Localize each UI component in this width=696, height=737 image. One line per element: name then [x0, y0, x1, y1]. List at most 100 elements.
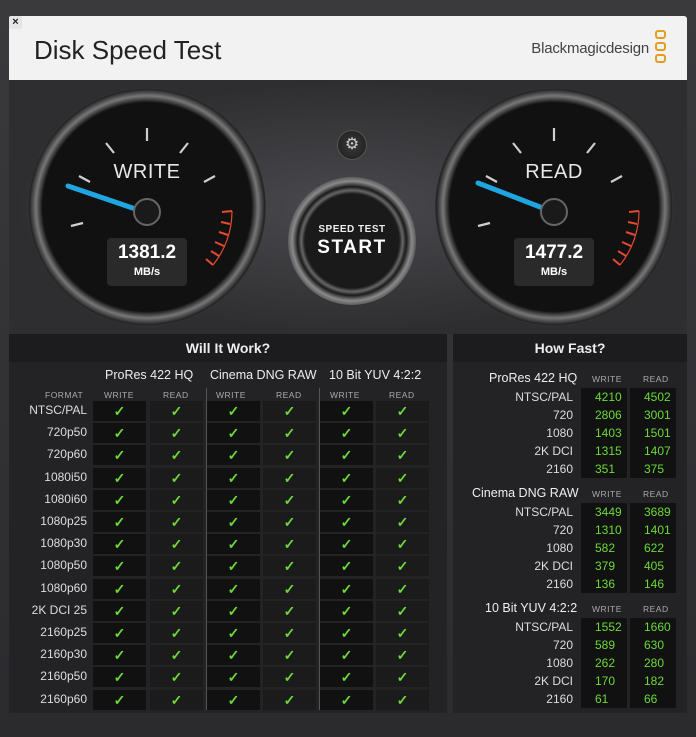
checkmark-icon: ✓ [320, 512, 373, 532]
format-row-label: 2160p25 [40, 625, 87, 639]
how-fast-prores-write-label: WRITE [592, 374, 622, 384]
speed-row-label: NTSC/PAL [515, 390, 573, 404]
format-row: NTSC/PAL ✓ ✓ ✓ ✓ ✓ ✓ [9, 400, 447, 421]
speed-row: 2160 351 375 [453, 460, 687, 478]
speed-row-label: 720 [552, 408, 573, 422]
speed-row: 2160 61 66 [453, 690, 687, 708]
checkmark-icon: ✓ [150, 600, 203, 621]
checkmark-icon: ✓ [320, 445, 373, 466]
read-fps-value: 4502 [630, 388, 676, 406]
checkmark-icon: ✓ [207, 623, 260, 643]
write-fps-value: 262 [581, 654, 627, 672]
format-row: 1080p50 ✓ ✓ ✓ ✓ ✓ ✓ [9, 555, 447, 577]
checkmark-icon: ✓ [93, 578, 146, 599]
speed-row: 1080 1403 1501 [453, 424, 687, 442]
read-fps-value: 66 [630, 690, 676, 708]
checkmark-icon: ✓ [93, 445, 146, 466]
format-row: 720p60 ✓ ✓ ✓ ✓ ✓ ✓ [9, 444, 447, 466]
checkmark-icon: ✓ [150, 578, 203, 599]
checkmark-icon: ✓ [263, 556, 316, 577]
checkmark-icon: ✓ [376, 467, 429, 488]
group-title-cdng: Cinema DNG RAW [210, 368, 317, 382]
title-bar: Disk Speed Test Blackmagicdesign [9, 16, 687, 80]
read-fps-value: 1407 [630, 442, 676, 460]
checkmark-icon: ✓ [150, 489, 203, 510]
speed-row-label: 2K DCI [534, 559, 573, 573]
speed-row-label: NTSC/PAL [515, 505, 573, 519]
will-it-work-header: Will It Work? [9, 334, 447, 362]
group-title-yuv: 10 Bit YUV 4:2:2 [329, 368, 422, 382]
write-fps-value: 589 [581, 636, 627, 654]
read-speed-value: 1477.2 [524, 242, 584, 263]
start-button-label: START [317, 237, 387, 258]
close-button[interactable]: × [9, 16, 22, 29]
read-fps-value: 622 [630, 539, 676, 557]
read-fps-value: 375 [630, 460, 676, 478]
column-divider [206, 388, 207, 710]
write-fps-value: 1552 [581, 618, 627, 636]
checkmark-icon: ✓ [376, 689, 429, 710]
checkmark-icon: ✓ [376, 423, 429, 444]
format-row-label: 1080i60 [44, 491, 87, 506]
write-fps-value: 1315 [581, 442, 627, 460]
checkmark-icon: ✓ [93, 645, 146, 666]
checkmark-icon: ✓ [320, 489, 373, 510]
speed-row-label: 1080 [546, 656, 573, 670]
checkmark-icon: ✓ [320, 600, 373, 621]
speed-row-label: 2160 [546, 577, 573, 591]
checkmark-icon: ✓ [93, 667, 146, 688]
checkmark-icon: ✓ [150, 467, 203, 488]
checkmark-icon: ✓ [263, 423, 316, 444]
checkmark-icon: ✓ [263, 534, 316, 555]
format-row-label: 2160p60 [40, 691, 87, 706]
checkmark-icon: ✓ [320, 689, 373, 710]
start-button[interactable]: SPEED TEST START [288, 177, 416, 305]
checkmark-icon: ✓ [263, 445, 316, 466]
write-fps-value: 2806 [581, 406, 627, 424]
checkmark-icon: ✓ [320, 534, 373, 555]
checkmark-icon: ✓ [376, 556, 429, 577]
read-fps-value: 405 [630, 557, 676, 575]
checkmark-icon: ✓ [376, 667, 429, 688]
format-row-label: 1080p25 [40, 514, 87, 528]
write-fps-value: 379 [581, 557, 627, 575]
checkmark-icon: ✓ [93, 623, 146, 643]
speed-row-label: 2K DCI [534, 444, 573, 458]
checkmark-icon: ✓ [207, 423, 260, 444]
checkmark-icon: ✓ [320, 623, 373, 643]
checkmark-icon: ✓ [263, 667, 316, 688]
checkmark-icon: ✓ [263, 489, 316, 510]
write-speed-value: 1381.2 [117, 242, 177, 263]
checkmark-icon: ✓ [93, 512, 146, 532]
read-fps-value: 1660 [630, 618, 676, 636]
prores-read-label: READ [163, 390, 189, 400]
checkmark-icon: ✓ [263, 600, 316, 621]
speed-row: 2160 136 146 [453, 575, 687, 593]
app-title: Disk Speed Test [34, 35, 222, 65]
checkmark-icon: ✓ [207, 512, 260, 532]
how-fast-prores-read-label: READ [643, 374, 669, 384]
read-fps-value: 1501 [630, 424, 676, 442]
checkmark-icon: ✓ [93, 423, 146, 444]
how-fast-cdng-read-label: READ [643, 489, 669, 499]
format-row-label: 1080p50 [40, 558, 87, 573]
speed-row: 720 2806 3001 [453, 406, 687, 424]
format-row-label: 720p60 [46, 447, 87, 462]
read-fps-value: 280 [630, 654, 676, 672]
speed-row: 720 589 630 [453, 636, 687, 654]
speed-row-label: 720 [552, 523, 573, 537]
speed-row-label: 1080 [546, 426, 573, 440]
format-row: 2K DCI 25 ✓ ✓ ✓ ✓ ✓ ✓ [9, 600, 447, 621]
read-gauge: READ 1477.2 MB/s [435, 88, 673, 326]
how-fast-title-cdng: Cinema DNG RAW [472, 486, 579, 500]
settings-button[interactable]: ⚙ [337, 130, 367, 160]
format-row: 1080p25 ✓ ✓ ✓ ✓ ✓ ✓ [9, 511, 447, 532]
checkmark-icon: ✓ [320, 401, 373, 421]
checkmark-icon: ✓ [263, 578, 316, 599]
checkmark-icon: ✓ [207, 489, 260, 510]
write-fps-value: 3449 [581, 503, 627, 521]
checkmark-icon: ✓ [150, 667, 203, 688]
write-speed-unit: MB/s [133, 266, 161, 278]
checkmark-icon: ✓ [150, 445, 203, 466]
checkmark-icon: ✓ [207, 667, 260, 688]
